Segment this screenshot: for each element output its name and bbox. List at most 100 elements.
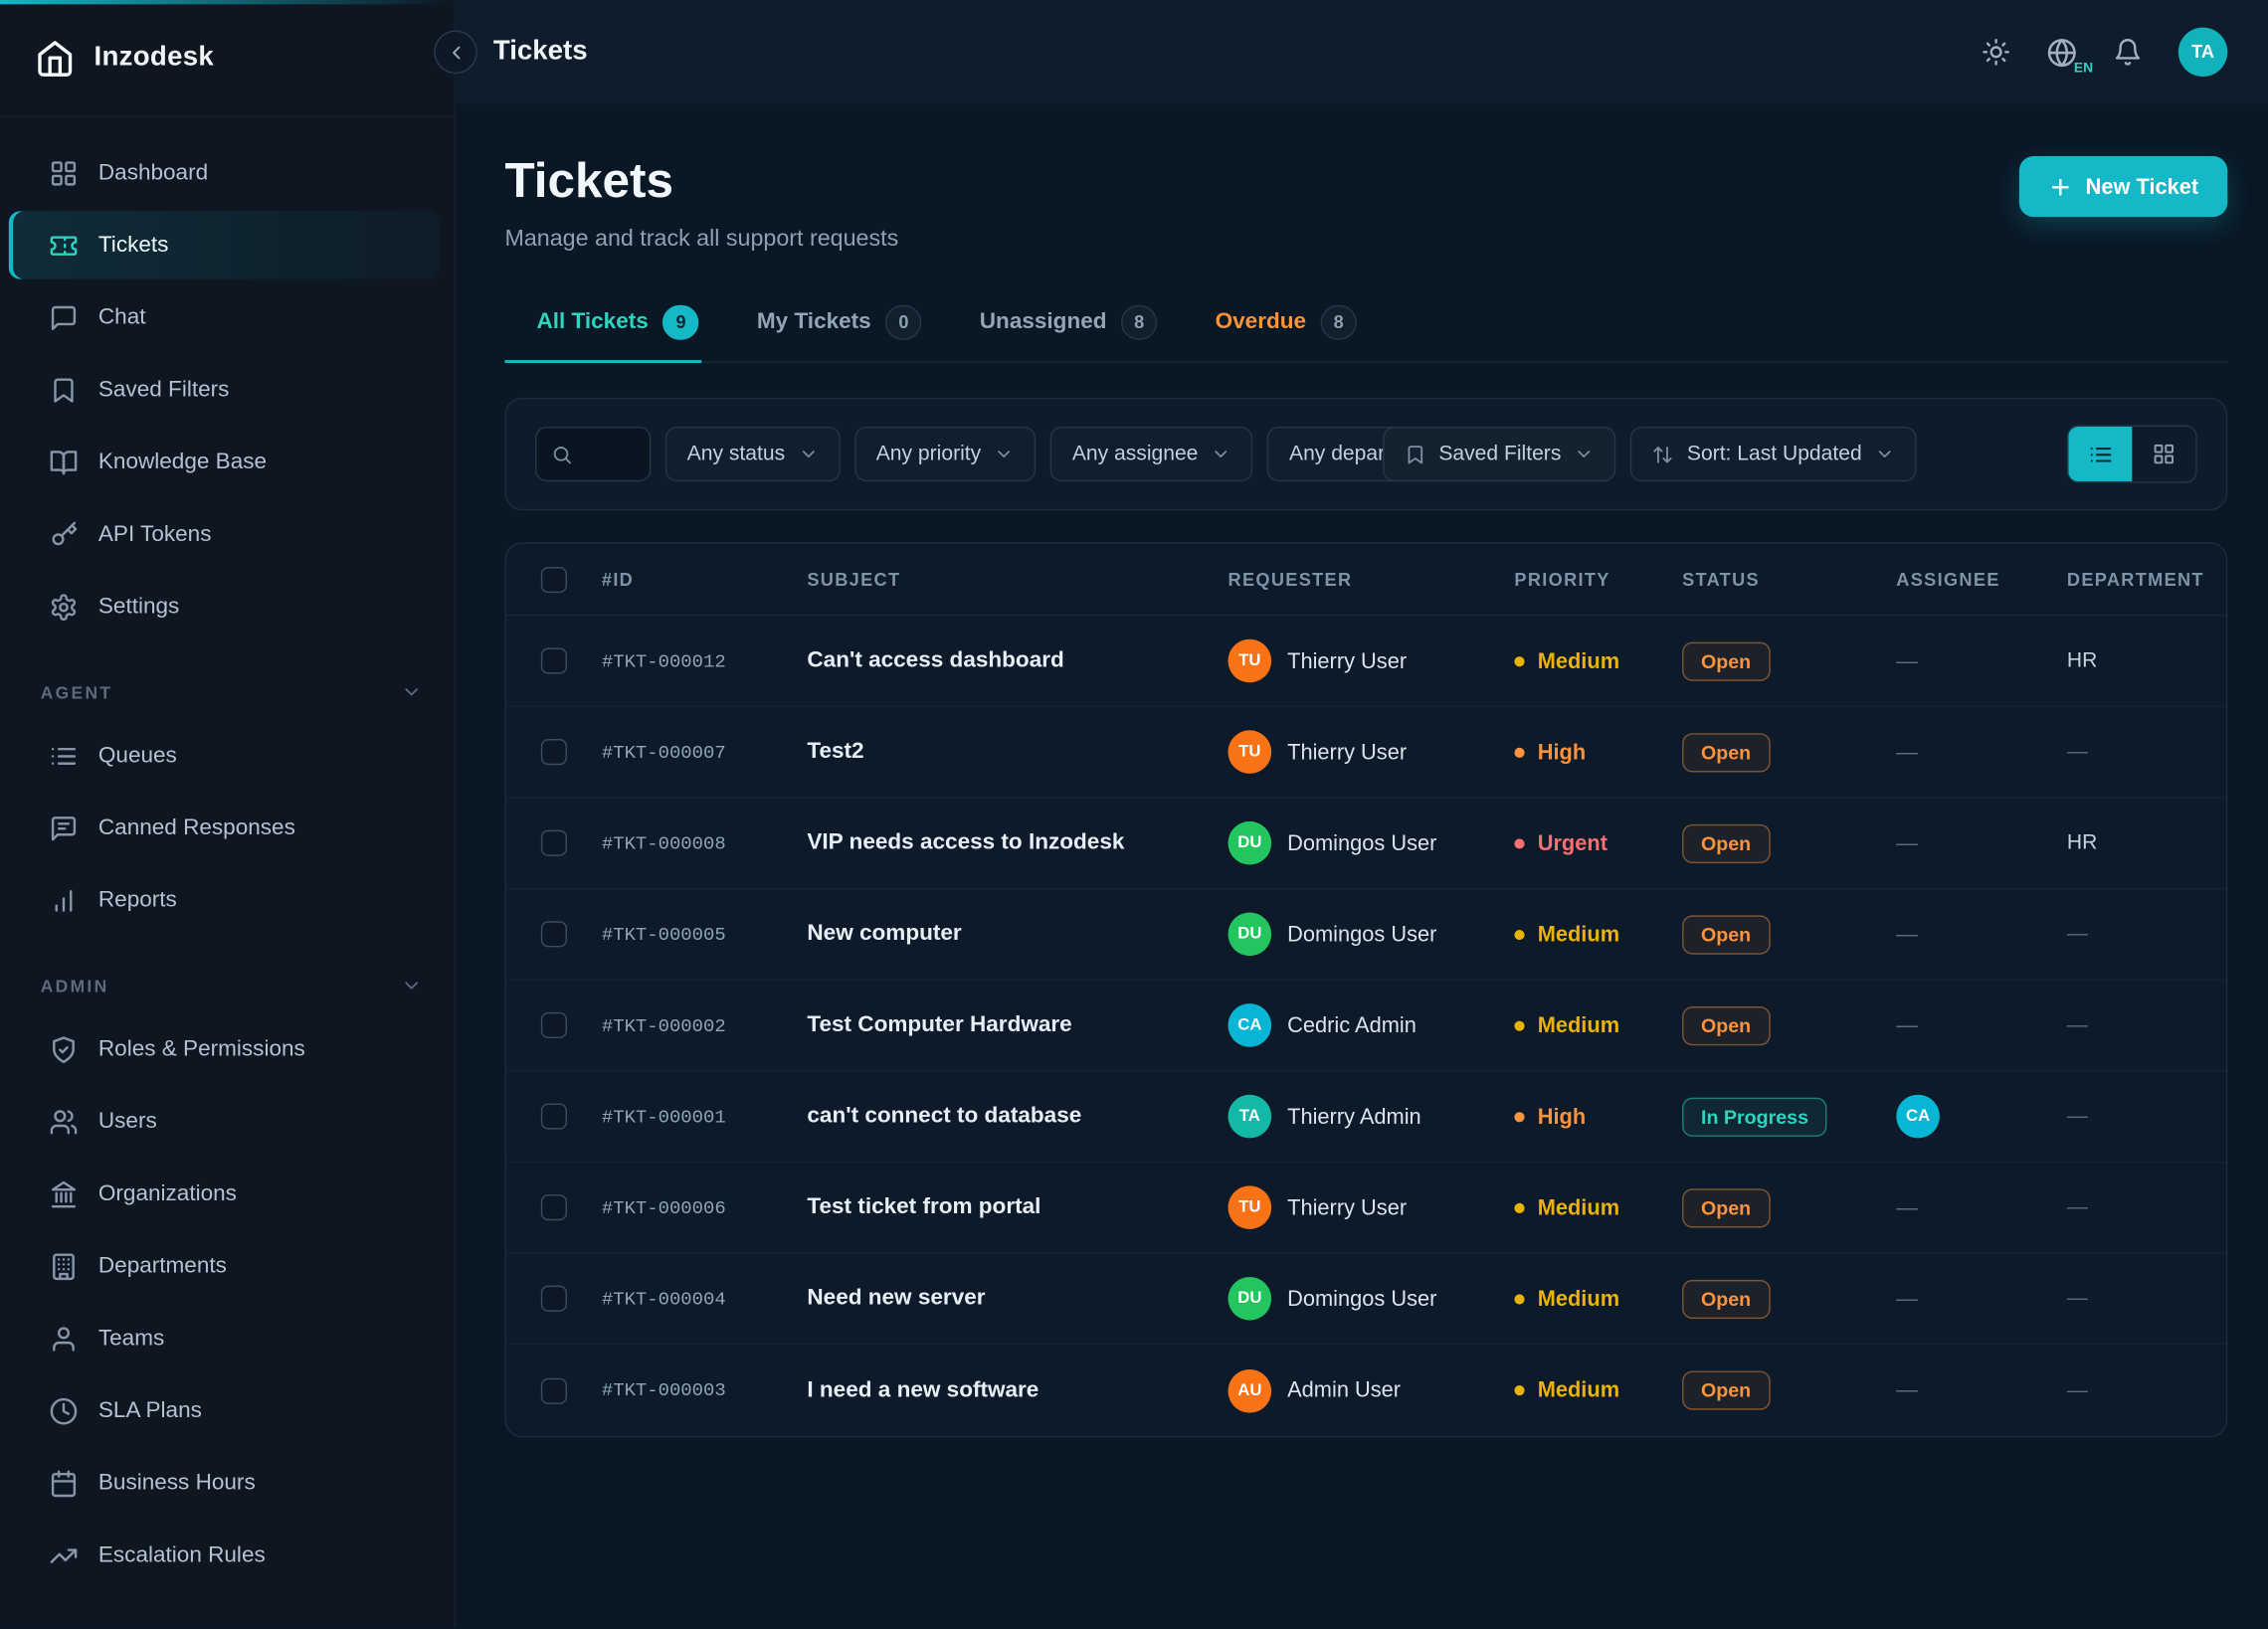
- row-checkbox[interactable]: [541, 1012, 567, 1038]
- assignee-filter-dropdown[interactable]: Any assignee: [1050, 427, 1253, 481]
- user-avatar[interactable]: TA: [2178, 28, 2227, 77]
- chevron-down-icon: [798, 444, 818, 463]
- app-brand-name: Inzodesk: [94, 42, 215, 74]
- ticket-subject[interactable]: VIP needs access to Inzodesk: [807, 830, 1228, 856]
- calendar-icon: [49, 1469, 78, 1498]
- ticket-id: #TKT-000001: [602, 1106, 807, 1128]
- sidebar-item-partial[interactable]: [9, 1612, 440, 1628]
- search-input[interactable]: [582, 443, 634, 465]
- ticket-status: Open: [1682, 732, 1896, 771]
- ticket-subject[interactable]: Test Computer Hardware: [807, 1012, 1228, 1038]
- priority-filter-dropdown[interactable]: Any priority: [854, 427, 1037, 481]
- row-checkbox[interactable]: [541, 1194, 567, 1220]
- globe-icon: [2047, 37, 2078, 68]
- sidebar-collapse-button[interactable]: [434, 31, 477, 75]
- sidebar-item-teams[interactable]: Teams: [9, 1305, 440, 1372]
- tab-overdue[interactable]: Overdue 8: [1213, 290, 1360, 361]
- priority-filter-value: Any priority: [876, 443, 981, 465]
- sidebar-item-chat[interactable]: Chat: [9, 283, 440, 351]
- row-checkbox[interactable]: [541, 1377, 567, 1403]
- table-row[interactable]: #TKT-000001 can't connect to database TA…: [506, 1071, 2226, 1163]
- saved-filters-button[interactable]: Saved Filters: [1383, 427, 1616, 481]
- ticket-id: #TKT-000008: [602, 832, 807, 854]
- sidebar-item-saved-filters[interactable]: Saved Filters: [9, 356, 440, 424]
- ticket-subject[interactable]: Test ticket from portal: [807, 1194, 1228, 1220]
- sidebar-item-tickets[interactable]: Tickets: [9, 211, 440, 278]
- ticket-subject[interactable]: New computer: [807, 921, 1228, 947]
- table-row[interactable]: #TKT-000008 VIP needs access to Inzodesk…: [506, 799, 2226, 890]
- requester-avatar: TU: [1228, 639, 1272, 683]
- sidebar-item-api-tokens[interactable]: API Tokens: [9, 500, 440, 568]
- requester-avatar: TA: [1228, 1095, 1272, 1139]
- list-view-button[interactable]: [2068, 427, 2132, 481]
- ticket-subject[interactable]: Need new server: [807, 1286, 1228, 1312]
- sidebar-item-escalation-rules[interactable]: Escalation Rules: [9, 1522, 440, 1589]
- sidebar-item-sla-plans[interactable]: SLA Plans: [9, 1376, 440, 1444]
- row-checkbox[interactable]: [541, 647, 567, 673]
- sidebar-item-queues[interactable]: Queues: [9, 722, 440, 790]
- ticket-id: #TKT-000006: [602, 1196, 807, 1218]
- grid-view-button[interactable]: [2132, 427, 2195, 481]
- row-checkbox[interactable]: [541, 1286, 567, 1312]
- page-head: Tickets Manage and track all support req…: [504, 144, 2227, 253]
- table-row[interactable]: #TKT-000005 New computer DU Domingos Use…: [506, 889, 2226, 981]
- topbar: Tickets EN TA: [456, 0, 2268, 104]
- ticket-subject[interactable]: Test2: [807, 739, 1228, 765]
- priority-label: Urgent: [1538, 830, 1607, 855]
- queues-icon: [49, 741, 78, 770]
- status-badge: Open: [1682, 1005, 1770, 1044]
- status-filter-dropdown[interactable]: Any status: [665, 427, 841, 481]
- tab-my-tickets[interactable]: My Tickets 0: [754, 290, 925, 361]
- table-row[interactable]: #TKT-000006 Test ticket from portal TU T…: [506, 1163, 2226, 1254]
- table-row[interactable]: #TKT-000007 Test2 TU Thierry User High O…: [506, 707, 2226, 799]
- sidebar-item-label: Chat: [98, 304, 146, 330]
- sidebar-item-organizations[interactable]: Organizations: [9, 1160, 440, 1227]
- status-badge: Open: [1682, 915, 1770, 954]
- table-body: #TKT-000012 Can't access dashboard TU Th…: [506, 616, 2226, 1435]
- sidebar-item-canned-responses[interactable]: Canned Responses: [9, 794, 440, 861]
- table-row[interactable]: #TKT-000003 I need a new software AU Adm…: [506, 1345, 2226, 1436]
- ticket-subject[interactable]: I need a new software: [807, 1377, 1228, 1403]
- priority-dot-icon: [1514, 1020, 1524, 1030]
- language-button[interactable]: EN: [2047, 37, 2078, 68]
- row-checkbox[interactable]: [541, 830, 567, 856]
- sidebar-item-business-hours[interactable]: Business Hours: [9, 1449, 440, 1517]
- sidebar-item-departments[interactable]: Departments: [9, 1232, 440, 1300]
- tab-unassigned[interactable]: Unassigned 8: [977, 290, 1160, 361]
- select-all-checkbox[interactable]: [541, 566, 567, 592]
- notifications-button[interactable]: [2113, 38, 2142, 67]
- status-badge: Open: [1682, 1188, 1770, 1227]
- row-checkbox[interactable]: [541, 921, 567, 947]
- new-ticket-label: New Ticket: [2086, 174, 2199, 199]
- sidebar-item-settings[interactable]: Settings: [9, 573, 440, 640]
- ticket-id: #TKT-000002: [602, 1014, 807, 1036]
- sidebar-item-label: Tickets: [98, 232, 169, 258]
- ticket-subject[interactable]: Can't access dashboard: [807, 647, 1228, 673]
- topbar-actions: EN TA: [1982, 28, 2227, 77]
- sidebar-item-roles-permissions[interactable]: Roles & Permissions: [9, 1015, 440, 1083]
- ticket-subject[interactable]: can't connect to database: [807, 1103, 1228, 1129]
- sidebar-item-dashboard[interactable]: Dashboard: [9, 139, 440, 207]
- sort-button[interactable]: Sort: Last Updated: [1630, 427, 1917, 481]
- theme-toggle-button[interactable]: [1982, 38, 2010, 67]
- priority-dot-icon: [1514, 1294, 1524, 1304]
- sidebar-item-knowledge-base[interactable]: Knowledge Base: [9, 428, 440, 495]
- table-row[interactable]: #TKT-000002 Test Computer Hardware CA Ce…: [506, 981, 2226, 1072]
- page-subtitle: Manage and track all support requests: [504, 227, 898, 253]
- ticket-department: HR: [2067, 831, 2226, 854]
- search-box[interactable]: [535, 427, 651, 481]
- table-row[interactable]: #TKT-000012 Can't access dashboard TU Th…: [506, 616, 2226, 707]
- departments-icon: [49, 1252, 78, 1281]
- table-row[interactable]: #TKT-000004 Need new server DU Domingos …: [506, 1254, 2226, 1346]
- new-ticket-button[interactable]: New Ticket: [2019, 156, 2228, 217]
- sidebar-item-label: Dashboard: [98, 160, 208, 186]
- tab-all-tickets[interactable]: All Tickets 9: [504, 290, 701, 361]
- sidebar-section-admin[interactable]: ADMIN: [0, 934, 455, 1010]
- column-header-id: #ID: [602, 569, 807, 589]
- sidebar-item-users[interactable]: Users: [9, 1087, 440, 1155]
- row-checkbox[interactable]: [541, 1103, 567, 1129]
- ticket-department: HR: [2067, 649, 2226, 672]
- sidebar-section-agent[interactable]: AGENT: [0, 640, 455, 717]
- row-checkbox[interactable]: [541, 739, 567, 765]
- sidebar-item-reports[interactable]: Reports: [9, 866, 440, 934]
